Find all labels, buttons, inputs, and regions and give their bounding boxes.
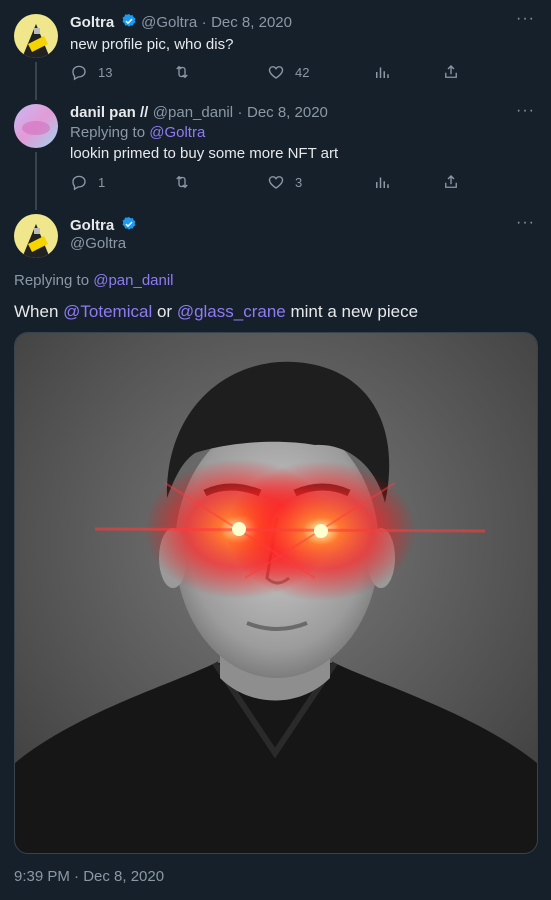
replying-to-label: Replying to [70, 124, 146, 141]
tweet-date[interactable]: Dec 8, 2020 [211, 14, 292, 31]
tweet-timestamp[interactable]: 9:39 PM · Dec 8, 2020 [14, 868, 164, 885]
more-icon[interactable]: ··· [516, 102, 535, 120]
tweet-text: lookin primed to buy some more NFT art [70, 145, 339, 162]
tweet-text: new profile pic, who dis? [70, 36, 234, 53]
views-button[interactable] [373, 173, 391, 191]
reply-count: 13 [98, 64, 113, 80]
avatar[interactable] [14, 214, 58, 258]
tweet-danil-pan[interactable]: danil pan // @pan_danil · Dec 8, 2020 ··… [0, 92, 551, 210]
like-count: 42 [295, 64, 310, 80]
main-tweet: Goltra @Goltra ··· Replying to @pan_dani… [0, 202, 551, 900]
views-icon [376, 177, 389, 188]
like-icon [268, 66, 284, 79]
share-button[interactable] [442, 63, 460, 81]
views-icon [376, 67, 389, 78]
author-handle[interactable]: @Goltra [70, 235, 126, 252]
share-icon [445, 175, 457, 188]
author-name[interactable]: Goltra [70, 14, 114, 31]
tweet-text-part: or [156, 302, 173, 321]
mention-glass-crane[interactable]: @glass_crane [177, 302, 286, 321]
like-icon [268, 176, 284, 189]
reply-count: 1 [98, 174, 106, 190]
retweet-button[interactable] [173, 63, 191, 81]
replying-to-label: Replying to [14, 272, 90, 289]
more-icon[interactable]: ··· [516, 10, 535, 28]
avatar-image [14, 104, 58, 148]
tweet-photo[interactable] [14, 332, 538, 854]
more-icon[interactable]: ··· [516, 214, 535, 232]
separator: · [237, 104, 243, 121]
avatar-image [14, 14, 58, 58]
reply-button[interactable]: 13 [70, 63, 112, 81]
avatar[interactable] [14, 104, 58, 148]
avatar[interactable] [14, 14, 58, 58]
retweet-button[interactable] [173, 173, 191, 191]
views-button[interactable] [373, 63, 391, 81]
author-name[interactable]: danil pan // [70, 104, 148, 121]
replying-to-handle[interactable]: @pan_danil [93, 272, 173, 289]
author-handle[interactable]: @pan_danil [153, 104, 233, 121]
tweet-text-part: When [14, 302, 59, 321]
author-handle[interactable]: @Goltra [141, 14, 197, 31]
tweet-date[interactable]: Dec 8, 2020 [247, 104, 328, 121]
mention-totemical[interactable]: @Totemical [63, 302, 152, 321]
author-name[interactable]: Goltra [70, 217, 114, 234]
share-button[interactable] [442, 173, 460, 191]
like-button[interactable]: 3 [267, 173, 302, 191]
verified-badge-icon [122, 217, 136, 230]
verified-badge-icon [122, 14, 136, 27]
reply-button[interactable]: 1 [70, 173, 105, 191]
laser-eyes-portrait-image [15, 333, 537, 853]
share-icon [445, 65, 457, 78]
reply-icon [72, 65, 86, 81]
replying-to-handle[interactable]: @Goltra [149, 124, 205, 141]
tweet-goltra-1[interactable]: Goltra @Goltra · Dec 8, 2020 ··· new pro… [0, 0, 551, 100]
retweet-icon [176, 175, 188, 189]
like-count: 3 [295, 174, 303, 190]
avatar-image [14, 214, 58, 258]
retweet-icon [176, 65, 188, 79]
tweet-text-part: mint a new piece [290, 302, 419, 321]
reply-icon [72, 175, 86, 191]
separator: · [201, 14, 207, 31]
like-button[interactable]: 42 [267, 63, 309, 81]
